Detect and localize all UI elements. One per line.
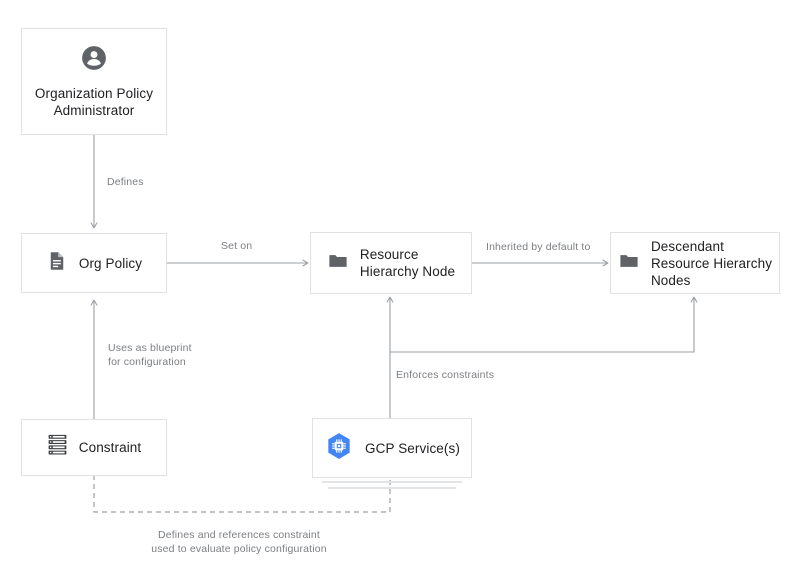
node-constraint[interactable]: Constraint: [21, 419, 167, 476]
edge-label-set-on: Set on: [221, 240, 253, 252]
folder-icon: [618, 250, 640, 277]
node-label-gcp-services: GCP Service(s): [365, 440, 460, 456]
gcp-services-stack-line-1: [322, 481, 462, 483]
edge-label-defines-and-references-constraint: Defines and references constraint used t…: [151, 529, 327, 555]
node-org-policy[interactable]: Org Policy: [21, 233, 167, 293]
node-label-constraint: Constraint: [78, 440, 142, 455]
edge-label-uses-as-blueprint: Uses as blueprint for configuration: [108, 342, 192, 368]
gcp-services-stack-line-2: [328, 487, 456, 489]
account-circle-icon: [80, 44, 108, 77]
edge-label-enforces-constraints: Enforces constraints: [396, 369, 495, 381]
node-resource-hierarchy-node[interactable]: Resource Hierarchy Node: [310, 232, 472, 294]
node-label-resource-hierarchy-node: Resource Hierarchy Node: [359, 247, 456, 279]
node-gcp-services[interactable]: GCP Service(s): [312, 418, 472, 478]
node-label-org-policy: Org Policy: [78, 255, 143, 271]
edge-label-inherited-by-default-to: Inherited by default to: [486, 241, 591, 253]
node-label-org-policy-administrator: Organization Policy Administrator: [34, 86, 154, 118]
diagram-canvas: Defines Set on Inherited by default to U…: [0, 0, 800, 587]
node-org-policy-administrator[interactable]: Organization Policy Administrator: [21, 28, 167, 135]
edge-enforces-constraints-right: [390, 296, 698, 353]
document-icon: [46, 250, 68, 277]
node-label-descendant-resource-hierarchy-nodes: Descendant Resource Hierarchy Nodes: [650, 238, 773, 288]
node-descendant-resource-hierarchy-nodes[interactable]: Descendant Resource Hierarchy Nodes: [610, 232, 780, 294]
edge-label-defines: Defines: [107, 176, 144, 188]
gcp-compute-hexagon-icon: [324, 431, 354, 466]
folder-icon: [327, 250, 349, 277]
server-stack-icon: [47, 434, 68, 461]
